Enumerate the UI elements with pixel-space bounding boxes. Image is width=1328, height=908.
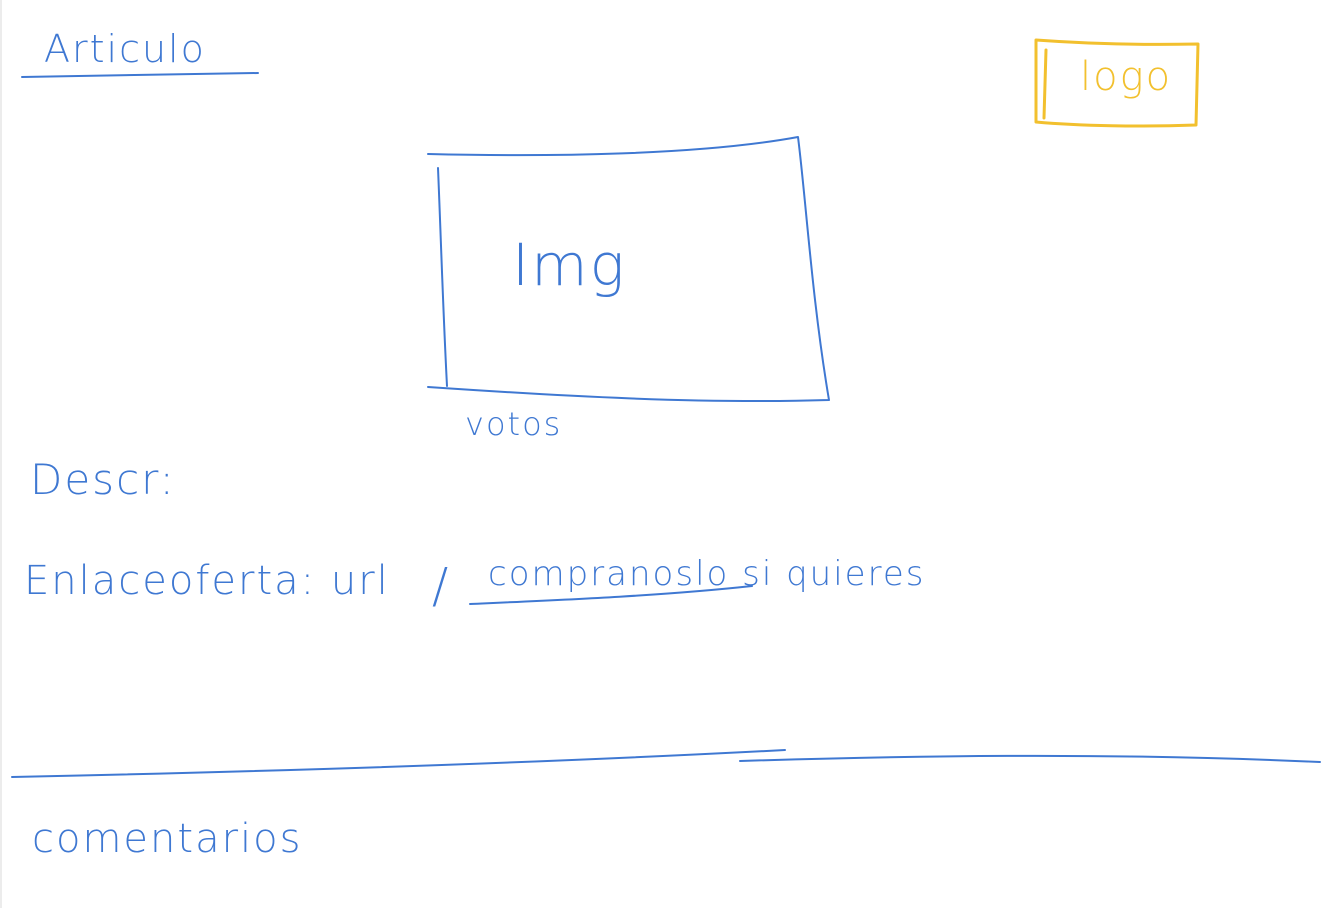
- comments-label: comentarios: [32, 816, 302, 862]
- description-label: Descr:: [30, 455, 176, 504]
- title-underline: [21, 72, 259, 78]
- wireframe-sketch: Articulo logo Img votos Descr: Enlaceofe…: [11, 27, 1321, 862]
- logo-box[interactable]: logo: [1034, 38, 1200, 128]
- image-placeholder: Img: [427, 136, 830, 403]
- comments-divider: [11, 749, 1321, 778]
- buy-link[interactable]: compranoslo si quieres: [488, 554, 925, 594]
- article-title: Articulo: [44, 27, 206, 71]
- logo-label: logo: [1080, 54, 1172, 100]
- svg-text:Articulo: Articulo: [44, 27, 206, 71]
- link-separator: /: [432, 558, 450, 614]
- votes-label[interactable]: votos: [465, 405, 562, 443]
- image-label: Img: [512, 231, 626, 299]
- offer-link-label: Enlaceoferta: url: [24, 558, 390, 604]
